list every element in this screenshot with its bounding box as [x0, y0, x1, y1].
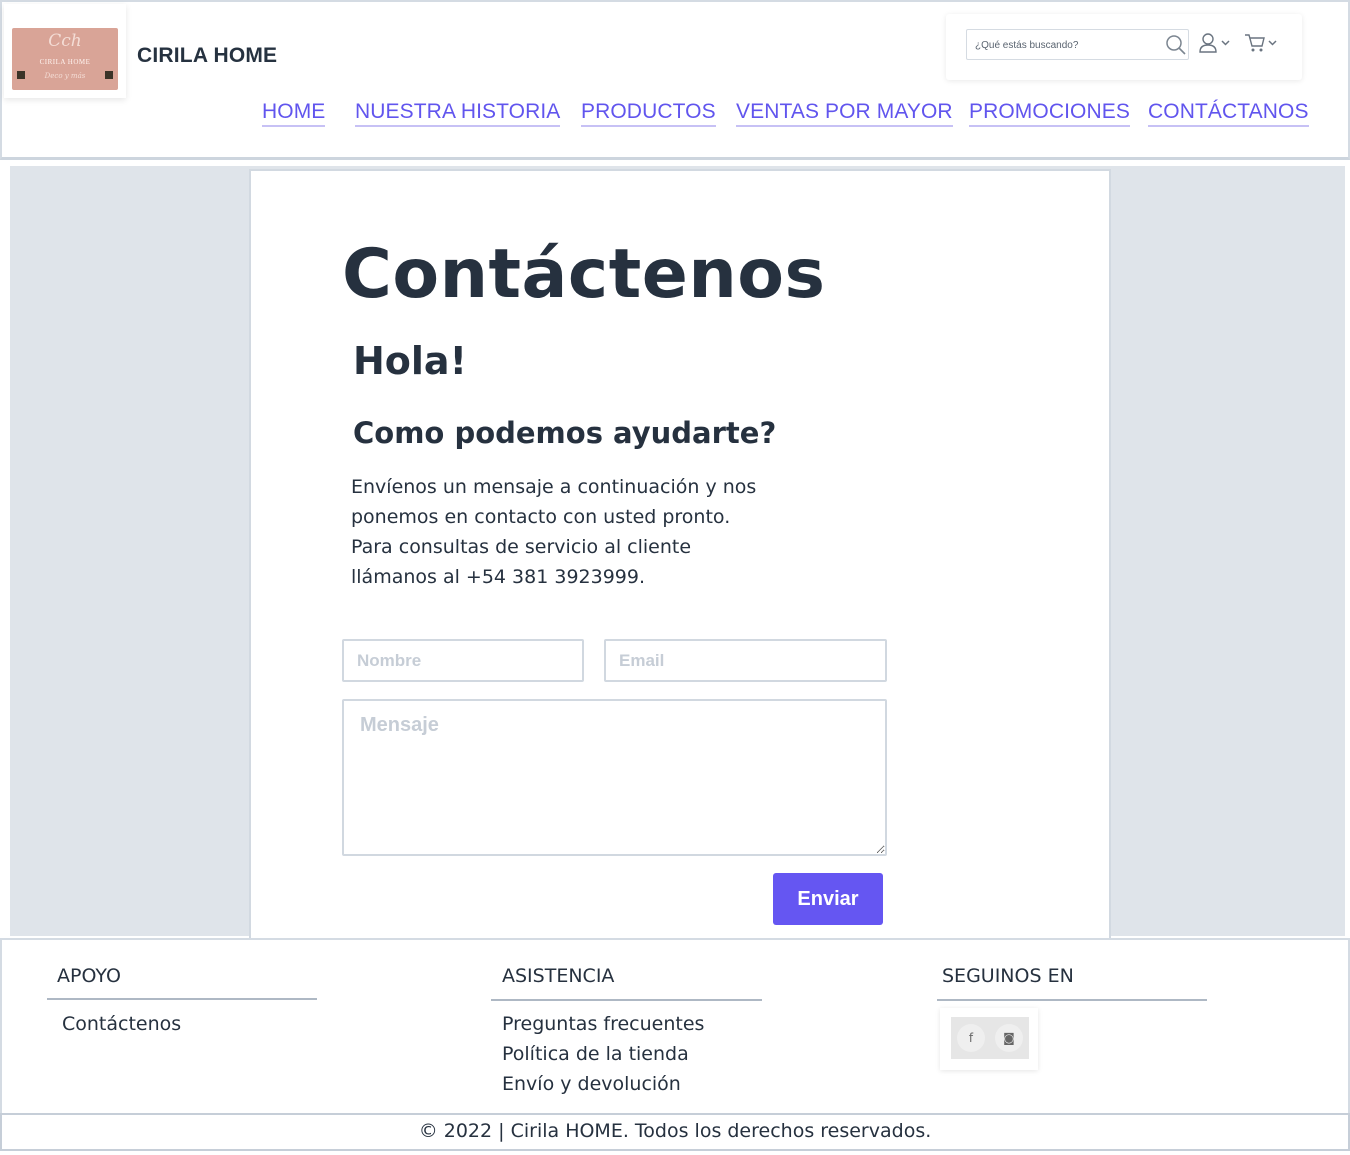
divider: [937, 999, 1207, 1001]
nav-nuestra-historia[interactable]: NUESTRA HISTORIA: [355, 100, 561, 127]
footer-link-faq[interactable]: Preguntas frecuentes: [502, 1013, 704, 1035]
social-icons: f ◙: [951, 1017, 1029, 1059]
intro-text: Envíenos un mensaje a continuación y nos…: [351, 472, 791, 592]
site-header: Cch CIRILA HOME Deco y más CIRILA HOME ¿…: [0, 0, 1350, 160]
footer-title-seguinos: SEGUINOS EN: [942, 965, 1074, 987]
logo-monogram: Cch: [48, 31, 82, 51]
chevron-down-icon[interactable]: [1268, 38, 1277, 47]
message-field[interactable]: [342, 699, 887, 856]
footer-title-apoyo: APOYO: [57, 965, 121, 987]
nav-productos[interactable]: PRODUCTOS: [581, 100, 716, 127]
cart-icon[interactable]: [1244, 32, 1266, 54]
copyright-text: © 2022 | Cirila HOME. Todos los derechos…: [418, 1120, 932, 1142]
intro-line: ponemos en contacto con usted pronto.: [351, 506, 731, 528]
send-button[interactable]: Enviar: [773, 873, 883, 925]
page-title: Contáctenos: [342, 235, 826, 314]
logo-decoration: [105, 71, 113, 79]
facebook-icon[interactable]: f: [957, 1024, 985, 1052]
footer-title-asistencia: ASISTENCIA: [502, 965, 615, 987]
greeting: Hola!: [353, 339, 467, 383]
instagram-icon[interactable]: ◙: [995, 1024, 1023, 1052]
logo-link[interactable]: Cch CIRILA HOME Deco y más: [4, 4, 126, 98]
contact-card: Contáctenos Hola! Como podemos ayudarte?…: [249, 169, 1111, 941]
nav-home[interactable]: HOME: [262, 100, 326, 127]
logo-image: Cch CIRILA HOME Deco y más: [12, 28, 118, 90]
footer-link-store-policy[interactable]: Política de la tienda: [502, 1043, 689, 1065]
brand-name[interactable]: CIRILA HOME: [137, 44, 277, 68]
intro-line: llámanos al +54 381 3923999.: [351, 566, 646, 588]
nav-ventas-por-mayor[interactable]: VENTAS POR MAYOR: [736, 100, 953, 127]
nav-contactanos[interactable]: CONTÁCTANOS: [1148, 100, 1309, 127]
social-links: f ◙: [940, 1008, 1038, 1070]
divider: [491, 999, 762, 1001]
main-nav: HOME NUESTRA HISTORIA PRODUCTOS VENTAS P…: [2, 100, 1350, 132]
divider: [47, 998, 317, 1000]
footer-link-contactenos[interactable]: Contáctenos: [62, 1013, 181, 1035]
site-footer: APOYO Contáctenos ASISTENCIA Preguntas f…: [0, 938, 1350, 1115]
search-icon[interactable]: [1165, 34, 1187, 56]
logo-name: CIRILA HOME: [39, 58, 91, 66]
footer-link-shipping-returns[interactable]: Envío y devolución: [502, 1073, 681, 1095]
subtitle: Como podemos ayudarte?: [353, 416, 777, 450]
intro-line: Para consultas de servicio al cliente: [351, 536, 692, 558]
copyright-bar: © 2022 | Cirila HOME. Todos los derechos…: [0, 1113, 1350, 1151]
intro-line: Envíenos un mensaje a continuación y nos: [351, 476, 757, 498]
email-field[interactable]: [604, 639, 887, 682]
user-icon[interactable]: [1198, 32, 1218, 54]
logo-tagline: Deco y más: [44, 72, 86, 80]
nav-promociones[interactable]: PROMOCIONES: [969, 100, 1130, 127]
search-box: [966, 29, 1189, 60]
header-utilities: [946, 14, 1302, 80]
logo-decoration: [17, 71, 25, 79]
name-field[interactable]: [342, 639, 584, 682]
search-input[interactable]: [975, 36, 1155, 54]
chevron-down-icon[interactable]: [1221, 38, 1230, 47]
